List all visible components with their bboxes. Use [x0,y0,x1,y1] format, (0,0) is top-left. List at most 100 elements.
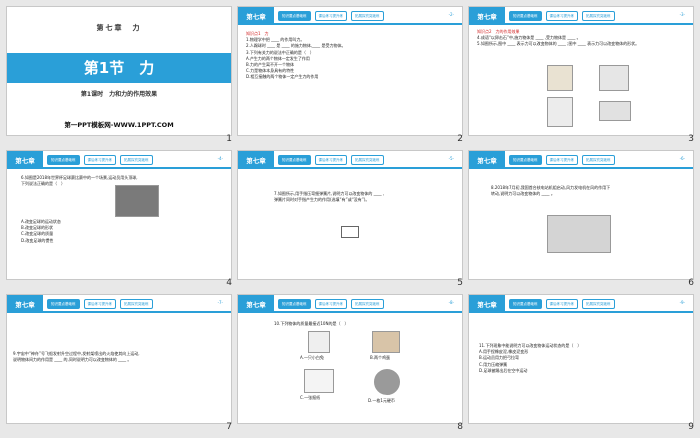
slide-body: 知识点1 力 1.物理学中把 ____ 的作用叫力。 2.人踢球时 ____ 是… [246,31,346,80]
slide-thumbnail-5[interactable]: 第七章 知识要点基础练 课后练习提升练 拓展探究突破练 -5- 7.如图所示,用… [237,150,463,280]
page-indicator: -7- [217,300,223,305]
slide-thumbnail-1[interactable]: 第七章 力 第1节 力 第1课时 力和力的作用效果 第一PPT模板网-WWW.1… [6,6,232,136]
tab-extend: 拓展探究突破练 [351,11,384,21]
section-tabs: 知识要点基础练 课后练习提升练 拓展探究突破练 [278,299,384,309]
spring-diagram [341,226,359,238]
page-indicator: -4- [217,156,223,161]
page-indicator: -6- [679,156,685,161]
tab-basic: 知识要点基础练 [47,299,80,309]
slide-number: 5 [457,278,463,288]
slide-body: 9.宇宙中“神舟”号飞船发射升空过程中,发射架喷出的火焰使其向上运动, 说明物体… [13,351,140,363]
slide-number: 3 [688,134,694,144]
tab-improve: 课后练习提升练 [314,11,347,21]
section-tabs: 知识要点基础练 课后练习提升练 拓展探究突破练 [509,11,615,21]
page-indicator: -3- [679,12,685,17]
illustration-image [547,65,573,91]
slide-body: 知识点2 力的作用效果 4.成语“以卵击石”中,施力物体是 ____ ,受力物体… [477,29,640,47]
slide-subtitle: 第1课时 力和力的作用效果 [80,91,158,98]
wind-turbine-photo [547,215,611,253]
option-a: A.一只小白兔 [300,355,324,360]
slide-header-bar: 第七章 知识要点基础练 课后练习提升练 拓展探究突破练 -5- [238,151,462,169]
slide-thumbnail-7[interactable]: 第七章 知识要点基础练 课后练习提升练 拓展探究突破练 -7- 9.宇宙中“神舟… [6,294,232,424]
section-tabs: 知识要点基础练 课后练习提升练 拓展探究突破练 [278,155,384,165]
section-tabs: 知识要点基础练 课后练习提升练 拓展探究突破练 [278,11,384,21]
chapter-tab: 第七章 [7,295,43,313]
slide-number: 1 [226,134,232,144]
slide-thumbnail-4[interactable]: 第七章 知识要点基础练 课后练习提升练 拓展探究突破练 -4- 6.如图是201… [6,150,232,280]
tab-improve: 课后练习提升练 [314,155,347,165]
tab-basic: 知识要点基础练 [278,11,311,21]
answer-options: A.改变足球的运动状态 B.改变足球的形状 C.改变足球的质量 D.改变足球的惯… [21,219,61,243]
illustration-image [547,97,573,127]
tab-basic: 知识要点基础练 [278,299,311,309]
slide-number: 2 [457,134,463,144]
chapter-tab: 第七章 [238,7,274,25]
tab-basic: 知识要点基础练 [509,299,542,309]
slide-body: 11.下列现象中能说明力可以改变物体运动状态的是（ ） A.用手捏橡皮泥,橡皮泥… [479,343,582,373]
tab-improve: 课后练习提升练 [83,299,116,309]
chapter-tab: 第七章 [238,295,274,313]
section-tabs: 知识要点基础练 课后练习提升练 拓展探究突破练 [509,155,615,165]
slide-header-bar: 第七章 知识要点基础练 课后练习提升练 拓展探究突破练 -3- [469,7,693,25]
page-indicator: -9- [679,300,685,305]
tab-extend: 拓展探究突破练 [582,11,615,21]
tab-extend: 拓展探究突破练 [582,299,615,309]
slide-thumbnail-8[interactable]: 第七章 知识要点基础练 课后练习提升练 拓展探究突破练 -8- 10.下列物体的… [237,294,463,424]
chapter-tab: 第七章 [469,7,505,25]
tab-extend: 拓展探究突破练 [351,299,384,309]
slide-title: 第1节 力 [83,59,155,77]
page-indicator: -8- [448,300,454,305]
slide-header-bar: 第七章 知识要点基础练 课后练习提升练 拓展探究突破练 -4- [7,151,231,169]
slide-body: 8.2018年7月初,我国首台核电站机组启动,风力发电机在风的作用下 转动,说明… [491,185,611,197]
eggs-image [372,331,400,353]
rabbit-image [308,331,330,353]
slide-number: 6 [688,278,694,288]
tab-improve: 课后练习提升练 [545,155,578,165]
slide-number: 9 [688,422,694,432]
slide-thumbnail-9[interactable]: 第七章 知识要点基础练 课后练习提升练 拓展探究突破练 -9- 11.下列现象中… [468,294,694,424]
chapter-tab: 第七章 [238,151,274,169]
coin-image [374,369,400,395]
tab-extend: 拓展探究突破练 [120,155,153,165]
tab-improve: 课后练习提升练 [545,299,578,309]
option-c: C.一张报纸 [300,395,321,400]
slide-thumbnail-6[interactable]: 第七章 知识要点基础练 课后练习提升练 拓展探究突破练 -6- 8.2018年7… [468,150,694,280]
tab-basic: 知识要点基础练 [278,155,311,165]
slide-header-bar: 第七章 知识要点基础练 课后练习提升练 拓展探究突破练 -2- [238,7,462,25]
tab-improve: 课后练习提升练 [314,299,347,309]
slide-body: 10.下列物体的质量最接近10N的是（ ） [274,321,349,326]
slide-thumbnail-2[interactable]: 第七章 知识要点基础练 课后练习提升练 拓展探究突破练 -2- 知识点1 力 1… [237,6,463,136]
slide-number: 8 [457,422,463,432]
illustration-image [599,101,631,121]
newspaper-image [304,369,334,393]
section-tabs: 知识要点基础练 课后练习提升练 拓展探究突破练 [47,155,153,165]
slide-header-bar: 第七章 知识要点基础练 课后练习提升练 拓展探究突破练 -7- [7,295,231,313]
option-d: D.一枚1元硬币 [368,398,395,403]
tab-extend: 拓展探究突破练 [351,155,384,165]
chapter-heading: 第七章 力 [96,24,142,32]
slide-header-bar: 第七章 知识要点基础练 课后练习提升练 拓展探究突破练 -9- [469,295,693,313]
tab-improve: 课后练习提升练 [545,11,578,21]
page-indicator: -2- [448,12,454,17]
tab-basic: 知识要点基础练 [509,155,542,165]
tab-extend: 拓展探究突破练 [582,155,615,165]
slide-number: 7 [226,422,232,432]
slide-thumbnail-3[interactable]: 第七章 知识要点基础练 课后练习提升练 拓展探究突破练 -3- 知识点2 力的作… [468,6,694,136]
site-credit: 第一PPT模板网-WWW.1PPT.COM [64,121,174,129]
soccer-photo [115,185,159,217]
tab-basic: 知识要点基础练 [509,11,542,21]
page-indicator: -5- [448,156,454,161]
illustration-image [599,65,629,91]
chapter-tab: 第七章 [469,295,505,313]
option-b: B.两个鸡蛋 [370,355,391,360]
tab-improve: 课后练习提升练 [83,155,116,165]
chapter-tab: 第七章 [7,151,43,169]
section-tabs: 知识要点基础练 课后练习提升练 拓展探究突破练 [47,299,153,309]
slide-number: 4 [226,278,232,288]
tab-basic: 知识要点基础练 [47,155,80,165]
section-tabs: 知识要点基础练 课后练习提升练 拓展探究突破练 [509,299,615,309]
slide-header-bar: 第七章 知识要点基础练 课后练习提升练 拓展探究突破练 -6- [469,151,693,169]
tab-extend: 拓展探究突破练 [120,299,153,309]
slide-body: 7.如图所示,用手指压弯细弹簧片,说明力可以改变物体的 ____ , 弹簧片同时… [274,191,385,203]
chapter-tab: 第七章 [469,151,505,169]
